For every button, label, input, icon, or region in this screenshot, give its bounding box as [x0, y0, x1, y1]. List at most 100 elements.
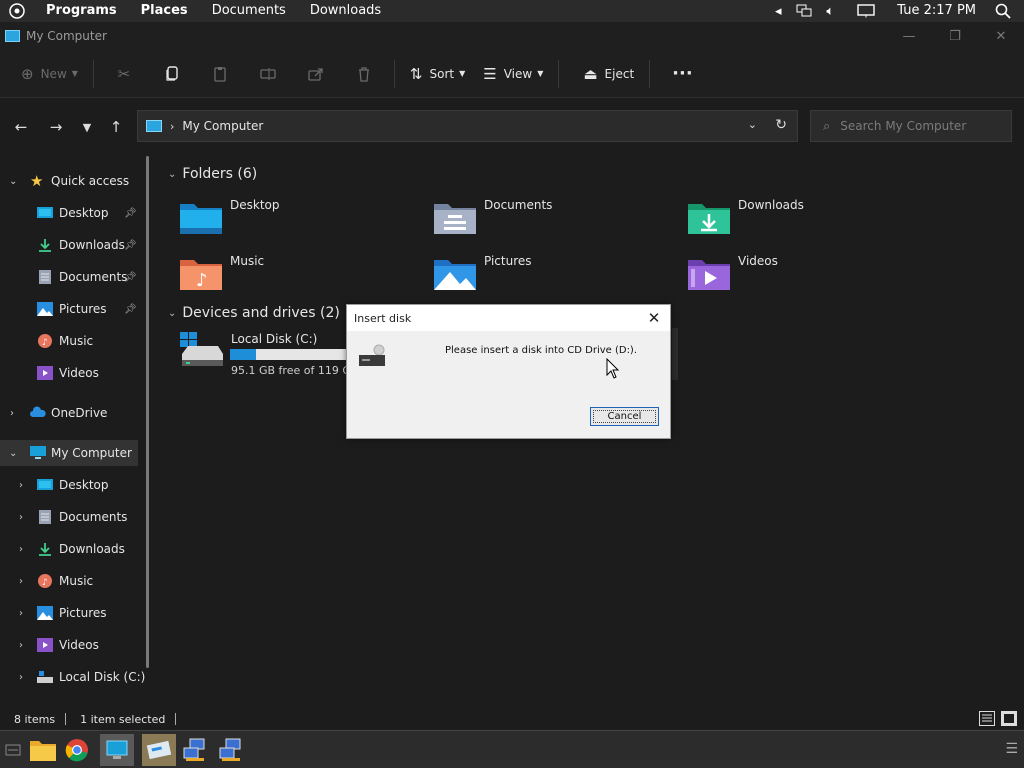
- refresh-icon[interactable]: ↻: [775, 117, 787, 133]
- chevron-right-icon[interactable]: ›: [10, 408, 14, 419]
- dialog-close-button[interactable]: ✕: [644, 308, 664, 328]
- taskbar-my-computer[interactable]: [100, 734, 134, 766]
- delete-button[interactable]: [340, 57, 388, 91]
- sidebar-item-music[interactable]: ♪ Music: [0, 328, 150, 354]
- folder-desktop[interactable]: Desktop: [180, 198, 420, 238]
- menu-places[interactable]: Places: [129, 0, 200, 22]
- chevron-down-icon[interactable]: ⌄: [9, 448, 17, 459]
- back-button[interactable]: ←: [10, 117, 32, 137]
- new-button[interactable]: ⊕ New ▼: [12, 57, 87, 91]
- folder-music[interactable]: ♪ Music: [180, 254, 420, 294]
- copy-button[interactable]: [148, 57, 196, 91]
- sidebar-item-documents[interactable]: Documents 📌︎: [0, 264, 150, 290]
- details-view-button[interactable]: [979, 711, 995, 726]
- share-button[interactable]: [292, 57, 340, 91]
- taskbar-chrome[interactable]: [60, 734, 94, 766]
- tiles-view-button[interactable]: [1001, 711, 1017, 726]
- breadcrumb[interactable]: My Computer: [182, 119, 263, 133]
- search-icon[interactable]: [990, 0, 1016, 22]
- forward-button[interactable]: →: [45, 117, 67, 137]
- sidebar-item-pc-downloads[interactable]: › Downloads: [0, 536, 150, 562]
- pin-icon[interactable]: 📌︎: [124, 240, 137, 251]
- menu-programs[interactable]: Programs: [34, 0, 129, 22]
- cut-button[interactable]: ✂: [100, 57, 148, 91]
- view-button[interactable]: ☰ View ▼: [474, 57, 552, 91]
- recent-locations-button[interactable]: ▼: [76, 117, 98, 137]
- taskbar-network-app-2[interactable]: [214, 734, 248, 766]
- dialog-titlebar[interactable]: Insert disk: [347, 305, 670, 331]
- address-history-button[interactable]: ⌄: [748, 118, 757, 131]
- search-box[interactable]: ⌕: [810, 110, 1012, 142]
- chevron-right-icon[interactable]: ›: [19, 576, 23, 587]
- folder-documents[interactable]: Documents: [434, 198, 674, 238]
- tray-arrow-icon[interactable]: ◂: [765, 0, 791, 22]
- taskbar-file-manager[interactable]: [26, 734, 60, 766]
- sidebar-item-videos[interactable]: Videos: [0, 360, 150, 386]
- more-options-button[interactable]: ···: [656, 57, 702, 91]
- minimize-button[interactable]: —: [886, 22, 932, 50]
- desktop-folder-icon: [180, 204, 222, 234]
- pin-icon[interactable]: 📌︎: [124, 208, 137, 219]
- chevron-right-icon[interactable]: ›: [19, 544, 23, 555]
- paste-button[interactable]: [196, 57, 244, 91]
- sidebar-item-desktop[interactable]: Desktop 📌︎: [0, 200, 150, 226]
- taskbar-menu-icon[interactable]: ☰: [1005, 741, 1018, 757]
- menu-downloads[interactable]: Downloads: [298, 0, 393, 22]
- up-button[interactable]: ↑: [105, 117, 127, 137]
- network-icon[interactable]: [791, 0, 817, 22]
- pin-icon[interactable]: 📌︎: [124, 272, 137, 283]
- divider: [92, 59, 94, 88]
- desktop-icon: [37, 479, 53, 490]
- folders-section-header[interactable]: ⌄ Folders (6): [168, 166, 257, 182]
- show-desktop-button[interactable]: [0, 734, 26, 766]
- volume-icon[interactable]: 🔈︎: [817, 0, 843, 22]
- drive-usage-fill: [230, 349, 256, 360]
- taskbar-disk-app[interactable]: [142, 734, 176, 766]
- eject-button[interactable]: ⏏ Eject: [565, 57, 643, 91]
- folder-pictures[interactable]: Pictures: [434, 254, 674, 294]
- window-titlebar[interactable]: My Computer — ❐ ✕: [0, 22, 1024, 50]
- sort-button[interactable]: ⇅ Sort ▼: [401, 57, 474, 91]
- sidebar-item-pc-music[interactable]: › ♪ Music: [0, 568, 150, 594]
- sidebar-item-downloads[interactable]: Downloads 📌︎: [0, 232, 150, 258]
- close-button[interactable]: ✕: [978, 22, 1024, 50]
- computer-icon: [5, 30, 20, 42]
- chevron-right-icon[interactable]: ›: [19, 672, 23, 683]
- sort-icon: ⇅: [409, 64, 423, 83]
- trash-icon: [358, 66, 369, 82]
- chevron-right-icon[interactable]: ›: [19, 608, 23, 619]
- disk-app-icon: [146, 740, 172, 760]
- chevron-right-icon[interactable]: ›: [19, 480, 23, 491]
- search-input[interactable]: [840, 119, 991, 133]
- chevron-down-icon[interactable]: ⌄: [9, 176, 17, 187]
- sidebar-item-pc-desktop[interactable]: › Desktop: [0, 472, 150, 498]
- maximize-button[interactable]: ❐: [932, 22, 978, 50]
- apps-menu-button[interactable]: [0, 0, 34, 22]
- sidebar-item-local-disk[interactable]: › Local Disk (C:): [0, 664, 150, 690]
- display-icon[interactable]: [853, 0, 879, 22]
- sidebar-item-pc-pictures[interactable]: › Pictures: [0, 600, 150, 626]
- rename-button[interactable]: [244, 57, 292, 91]
- clock[interactable]: Tue 2:17 PM: [879, 0, 990, 22]
- sidebar-item-pictures[interactable]: Pictures 📌︎: [0, 296, 150, 322]
- sidebar-item-pc-videos[interactable]: › Videos: [0, 632, 150, 658]
- sidebar-item-pc-documents[interactable]: › Documents: [0, 504, 150, 530]
- chevron-right-icon[interactable]: ›: [19, 512, 23, 523]
- sidebar-scrollbar[interactable]: [146, 156, 149, 668]
- taskbar-network-app-1[interactable]: [178, 734, 212, 766]
- copy-icon: [166, 65, 178, 81]
- cancel-button[interactable]: Cancel: [590, 407, 659, 426]
- chevron-right-icon[interactable]: ›: [19, 640, 23, 651]
- address-bar[interactable]: › My Computer ⌄ ↻: [137, 110, 798, 142]
- sidebar-item-my-computer[interactable]: ⌄ My Computer: [0, 440, 138, 466]
- documents-folder-icon: [434, 204, 476, 234]
- menu-documents[interactable]: Documents: [200, 0, 298, 22]
- sidebar-item-onedrive[interactable]: › OneDrive: [0, 400, 150, 426]
- divider: [393, 59, 395, 88]
- drive-cd-tile[interactable]: [672, 328, 678, 380]
- folder-videos[interactable]: Videos: [688, 254, 928, 294]
- sidebar-item-quick-access[interactable]: ⌄ ★ Quick access: [0, 168, 150, 194]
- devices-section-header[interactable]: ⌄ Devices and drives (2): [168, 305, 340, 321]
- pin-icon[interactable]: 📌︎: [124, 304, 137, 315]
- folder-downloads[interactable]: Downloads: [688, 198, 928, 238]
